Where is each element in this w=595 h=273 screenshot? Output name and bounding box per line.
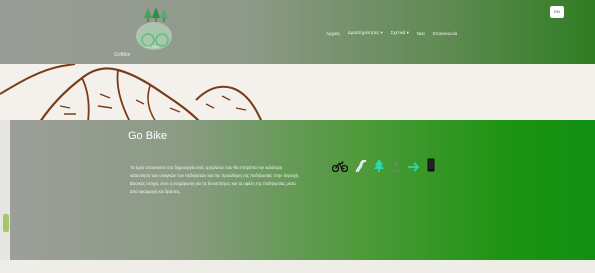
site-header: GoBike Go Bike Αρχική Δραστηριότητες ▾ Σ… [0,0,595,64]
phone-icon [427,158,435,177]
section-title: Go Bike [128,130,168,142]
intro-section: Go Bike Το έργο αποσκοπεί στη δημιουργία… [10,120,595,260]
arrow-right-icon [408,159,420,177]
logo-subtitle: Go Bike [145,44,160,49]
main-nav: Αρχική Δραστηριότητες ▾ Σχετικά ▾ Νέα Επ… [326,30,457,36]
tree-icon [374,158,384,177]
logo-text: GoBike [114,52,131,58]
nav-item-contact[interactable]: Επικοινωνία [433,31,457,36]
person-icon [391,159,401,177]
left-edge [0,120,10,260]
bicycle-icon [331,159,349,177]
hero-illustration [0,64,595,122]
mountain-drawing [0,64,263,122]
page: GoBike Go Bike Αρχική Δραστηριότητες ▾ Σ… [0,0,595,273]
nav-item-news[interactable]: Νέα [417,31,425,36]
nav-item-about[interactable]: Σχετικά ▾ [391,30,409,36]
page-bottom [0,260,595,273]
road-icon [355,158,367,177]
nav-item-home[interactable]: Αρχική [326,31,340,36]
section-body: Το έργο αποσκοπεί στη δημιουργία ενός ερ… [130,165,300,194]
side-tab[interactable] [3,214,9,232]
nav-item-activities[interactable]: Δραστηριότητες ▾ [348,30,383,36]
feature-icons [331,158,435,177]
language-switcher[interactable]: EN [550,6,564,18]
